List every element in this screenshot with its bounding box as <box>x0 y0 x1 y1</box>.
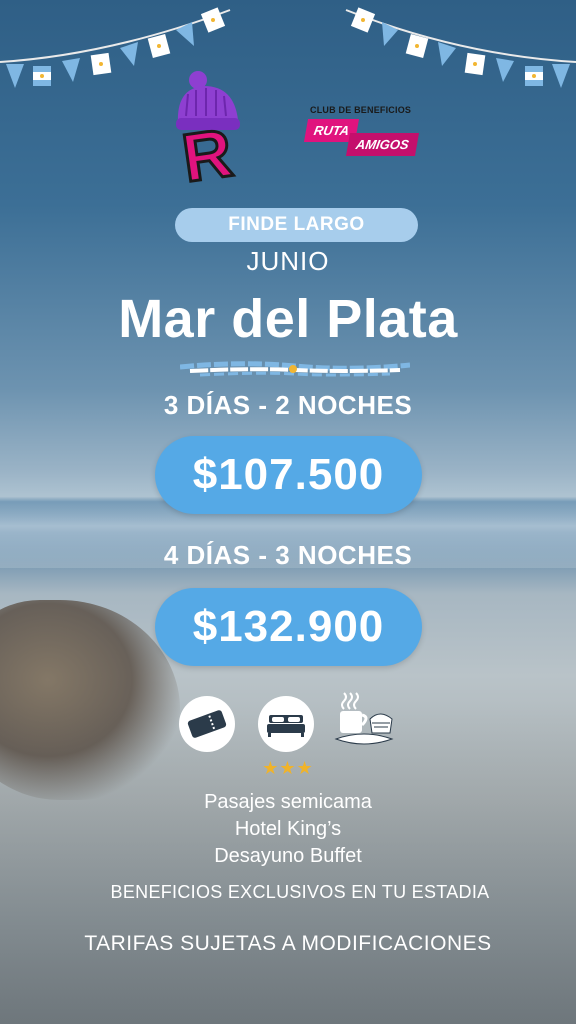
flag-left-5 <box>120 42 138 66</box>
package-2-duration: 4 DÍAS - 3 NOCHES <box>163 540 413 570</box>
package-1-price: $107.500 <box>155 436 422 514</box>
club-badge: RUTA AMIGOS <box>300 119 430 156</box>
feature-line-3: Desayuno Buffet <box>214 845 362 867</box>
flag-right-1 <box>350 7 376 33</box>
flag-right-7 <box>525 66 543 86</box>
package-1-duration: 3 DÍAS - 2 NOCHES <box>163 390 413 420</box>
feature-line-1: Pasajes semicama <box>204 791 372 813</box>
flag-left-3 <box>62 58 80 82</box>
club-logo: CLUB DE BENEFICIOS RUTA AMIGOS <box>300 105 430 156</box>
benefits-note: BENEFICIOS EXCLUSIVOS EN TU ESTADIA <box>110 882 490 902</box>
flag-left-8 <box>200 7 226 33</box>
flag-right-5 <box>464 52 486 76</box>
flag-right-6 <box>496 58 514 82</box>
promo-month: JUNIO <box>246 246 330 276</box>
promo-badge: FINDE LARGO <box>175 208 418 242</box>
club-word-amigos: AMIGOS <box>345 133 419 156</box>
promo-poster: R CLUB DE BENEFICIOS RUTA AMIGOS FINDE L… <box>0 0 576 1024</box>
club-title: CLUB DE BENEFICIOS <box>310 105 412 115</box>
ticket-icon <box>179 696 235 752</box>
r-logo: R <box>176 71 240 188</box>
hotel-stars: ★★★ <box>262 758 314 778</box>
flag-bunting <box>0 7 576 88</box>
bed-icon <box>258 696 314 752</box>
disclaimer: TARIFAS SUJETAS A MODIFICACIONES <box>84 932 492 955</box>
package-2-price: $132.900 <box>155 588 422 666</box>
flag-left-1 <box>6 64 24 88</box>
breakfast-icon <box>334 692 394 745</box>
flag-left-7 <box>176 22 194 46</box>
flag-left-6 <box>147 34 171 58</box>
amenity-icons <box>0 692 576 755</box>
flag-left-4 <box>90 52 112 76</box>
feature-line-2: Hotel King’s <box>234 818 342 840</box>
flag-brush-stroke <box>180 361 410 377</box>
flag-right-8 <box>552 64 570 88</box>
flag-right-3 <box>405 34 429 58</box>
destination-title: Mar del Plata <box>118 289 458 349</box>
flag-left-2 <box>33 66 51 86</box>
flag-right-4 <box>438 42 456 66</box>
